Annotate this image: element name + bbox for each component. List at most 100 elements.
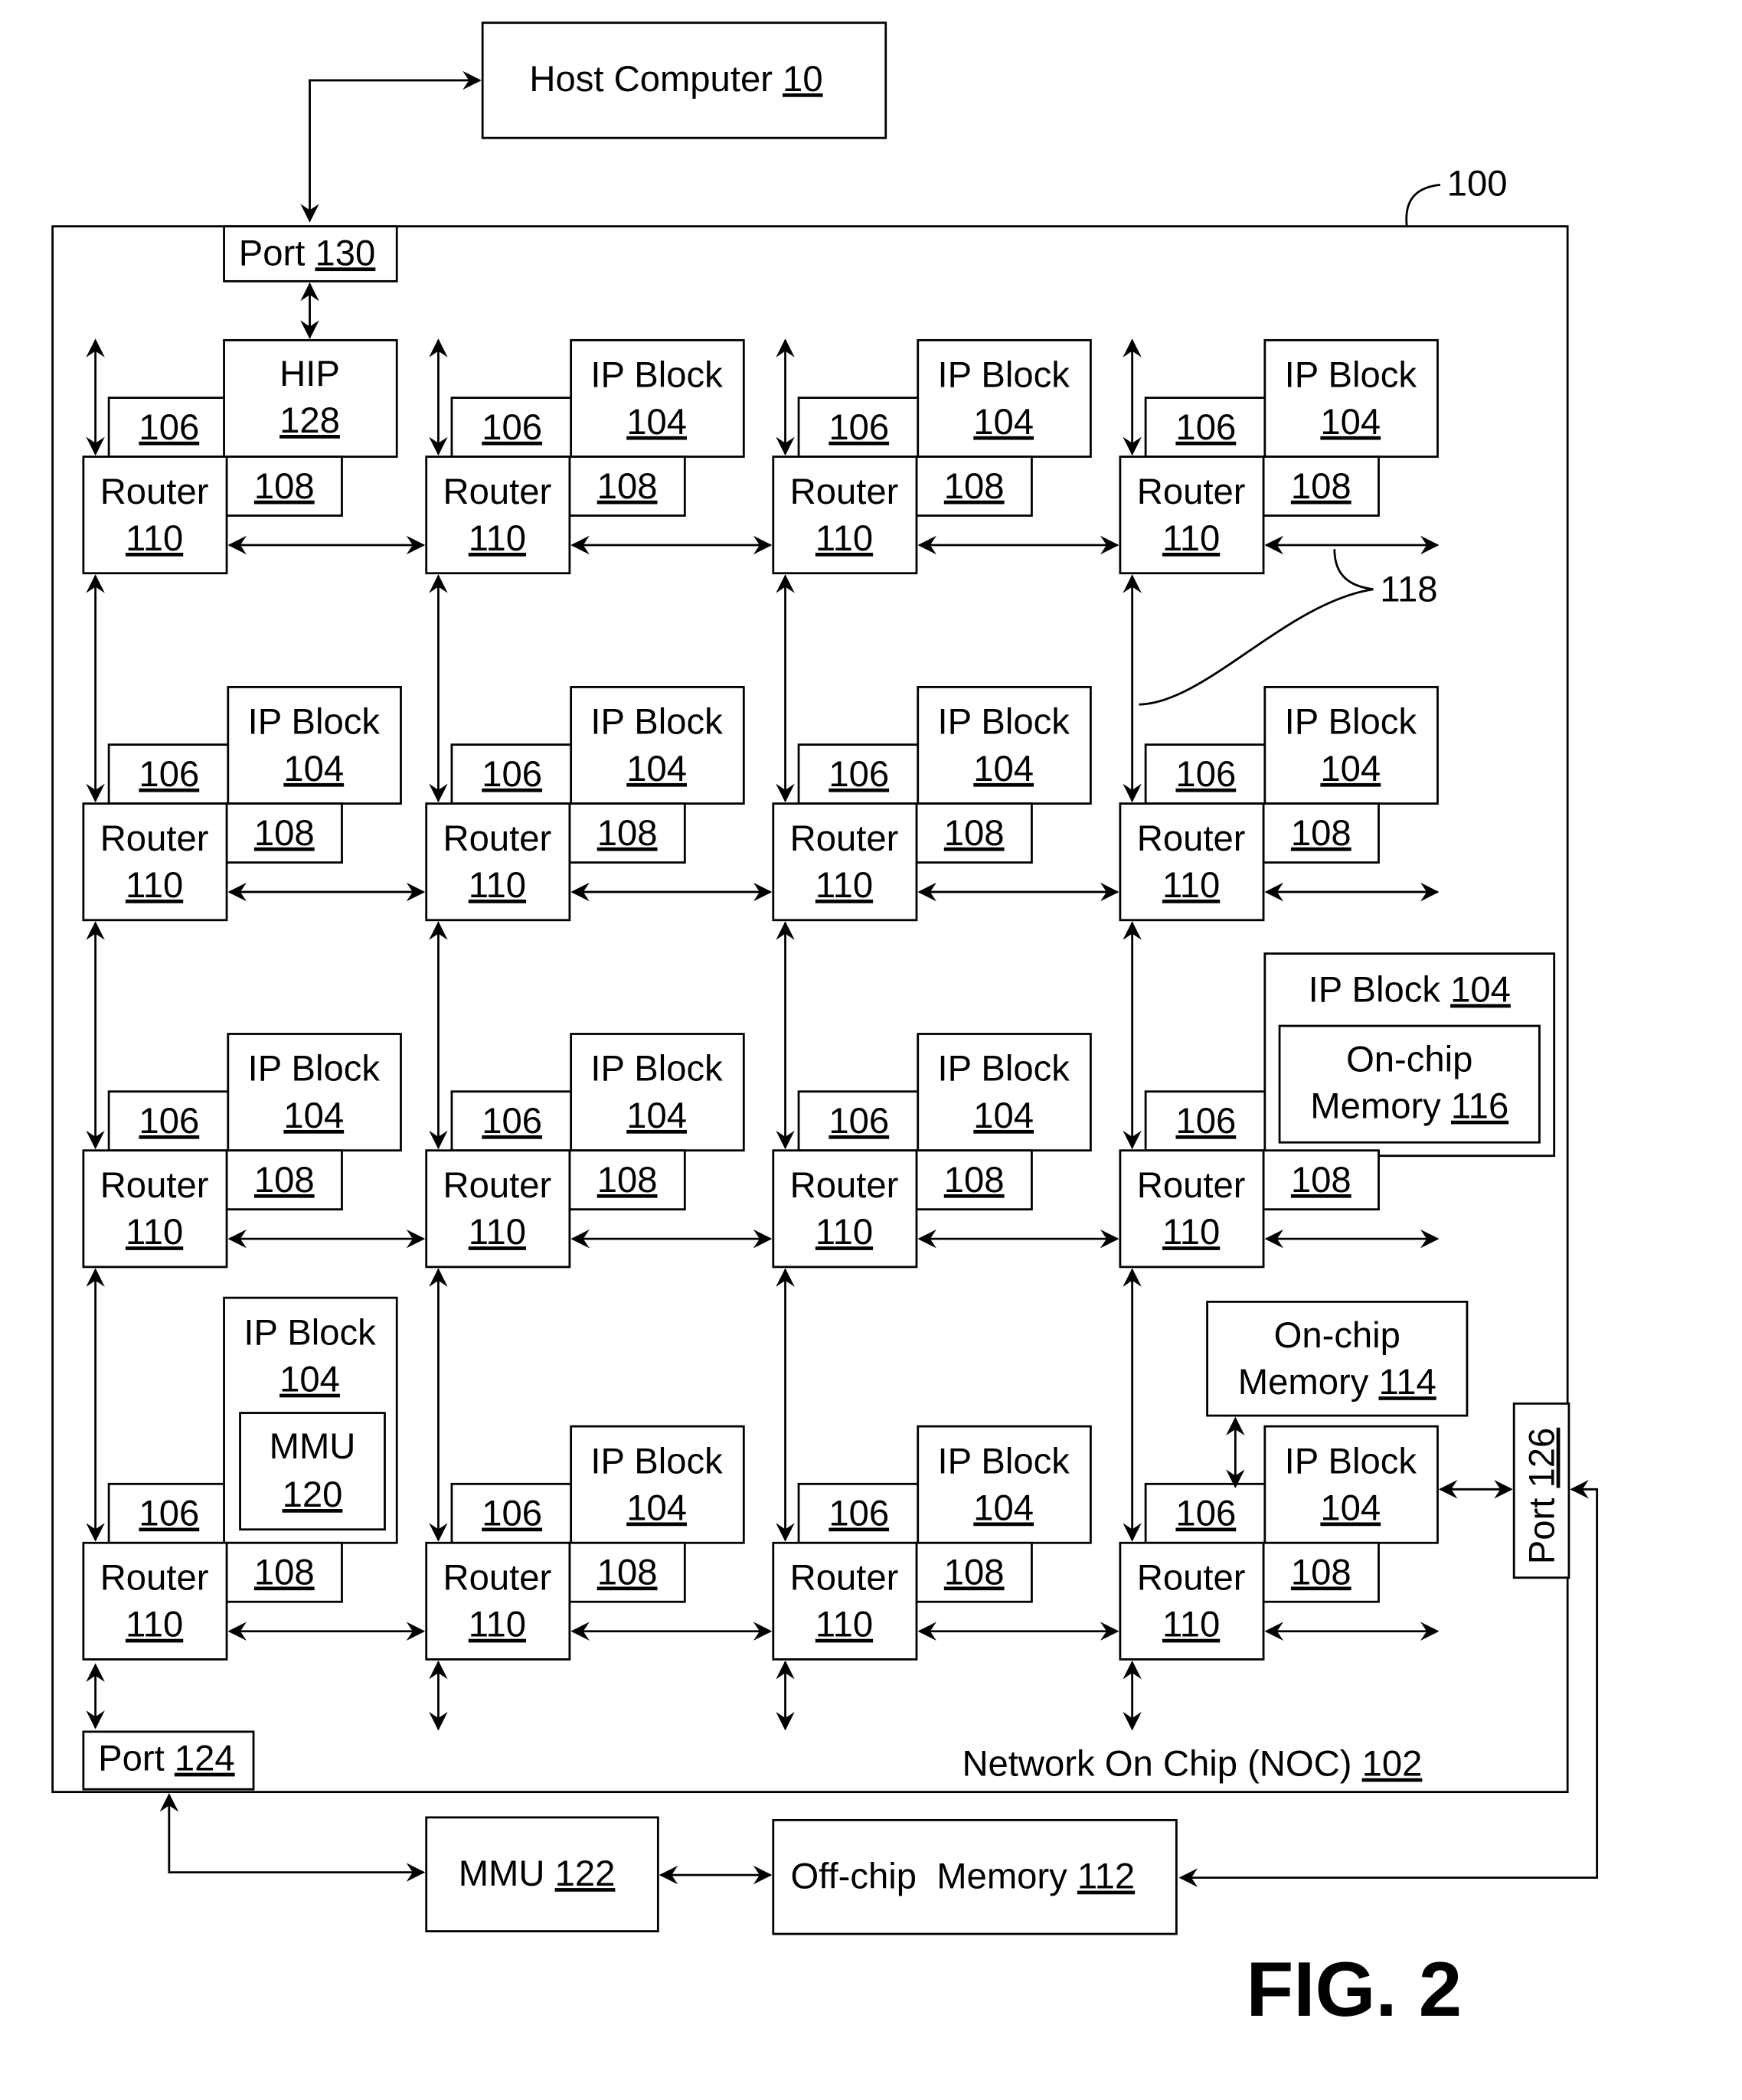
router-110: Router 110 [82,802,228,922]
mc-ref-label: 108 [254,1552,315,1592]
router-ref-label: 110 [815,865,873,906]
memory-controller-108: 108 [225,1541,343,1603]
ip-block-label: IP Block [1285,1441,1417,1481]
ni-ref-label: 106 [829,754,889,795]
router-110: Router 110 [425,456,571,575]
ni-ref-label: 106 [1175,1494,1236,1534]
router-ref-label: 110 [815,518,873,559]
router-ref-label: 110 [469,1605,526,1645]
grid-node: 106 IP Block 104 On-chip Memory 116 108 Route… [1119,921,1556,1269]
mc-ref-label: 108 [944,1552,1005,1592]
router-label: Router [790,1165,899,1206]
router-ref-label: 110 [1162,1605,1220,1645]
ip-ref-label: 104 [973,1488,1034,1529]
mc-ref-label: 108 [1291,813,1351,854]
network-interface-106: 106 [450,743,574,805]
ip-ref-label: 104 [973,402,1034,443]
router-label: Router [100,1165,209,1206]
memory-controller-108: 108 [225,802,343,864]
mc-ref-label: 108 [1291,1160,1351,1200]
network-interface-106: 106 [107,743,230,805]
ip-block-label: IP Block [938,1441,1070,1481]
memory-controller-108: 108 [1262,1541,1380,1603]
memory-controller-108: 108 [225,456,343,517]
ip-block-label: IP Block [590,702,723,743]
ni-ref-label: 106 [139,1101,199,1141]
ip-block-104: IP Block 104 [570,686,745,805]
memory-controller-108: 108 [1262,456,1380,517]
port-130: Port 130 [223,225,398,283]
grid-node: 106 HIP 128 108 Router 110 [82,338,426,575]
ni-ref-label: 106 [482,407,542,448]
mmu120-ref-label: 120 [283,1475,343,1515]
router-ref-label: 110 [815,1605,873,1645]
router-label: Router [443,472,552,512]
ip-ref-label: 104 [283,1096,344,1136]
ip-block-104: IP Block 104 [570,1033,745,1152]
memory-controller-108: 108 [915,1541,1033,1603]
ip-block-104: IP Block 104 [570,338,745,458]
hip-ref-label: 128 [279,400,340,441]
router-label: Router [790,472,899,512]
router-110: Router 110 [772,1149,918,1269]
reference-100-label: 100 [1447,163,1508,204]
memory-controller-108: 108 [568,1149,686,1211]
mc-ref-label: 108 [1291,466,1351,507]
ip-ref-label: 104 [1320,402,1381,443]
router-110: Router 110 [1119,456,1265,575]
router-110: Router 110 [772,802,918,922]
router-label: Router [100,818,209,859]
link-118-label: 118 [1380,569,1437,609]
svg-text:Port 130: Port 130 [239,233,376,273]
network-interface-106: 106 [797,397,920,458]
mc-ref-label: 108 [597,813,658,854]
grid-node: 106 IP Block 104 108 Router 110 [82,574,426,922]
memory-controller-108: 108 [568,802,686,864]
network-interface-106: 106 [450,1482,574,1544]
router-ref-label: 110 [1162,865,1220,906]
router-110: Router 110 [425,1541,571,1661]
ip-block-label: IP Block [938,702,1070,743]
ip-ref-label: 104 [1320,1488,1381,1529]
memory-controller-108: 108 [1262,802,1380,864]
network-interface-106: 106 [1144,397,1267,458]
grid-node: 106 IP Block 104 108 Router 110 [425,574,773,922]
router-label: Router [790,1557,899,1598]
router-ref-label: 110 [1162,1212,1220,1252]
router-label: Router [1137,1165,1246,1206]
port124-mmu122-arrow [159,1793,426,1882]
ip-block-104: IP Block 104 [917,338,1092,458]
mc-ref-label: 108 [254,466,315,507]
network-interface-106: 106 [107,1090,230,1152]
memory-controller-108: 108 [1262,1149,1380,1211]
network-interface-106: 106 [1144,743,1267,805]
grid-node: 106 IP Block 104 108 Router 110 [82,921,426,1269]
ni-ref-label: 106 [1175,754,1236,795]
router-110: Router 110 [425,802,571,922]
router-110: Router 110 [1119,1149,1265,1269]
ip-block-104: IP Block 104 [1263,686,1439,805]
memory-controller-108: 108 [915,456,1033,517]
grid-node: 106 IP Block 104 MMU 120 108 Router 110 [82,1268,426,1661]
router-ref-label: 110 [126,1605,183,1645]
ip-block-label: IP Block [248,1049,381,1089]
ip-ref-label: 104 [283,749,344,789]
grid-node: 106 IP Block 104 108 Router 110 [425,921,773,1269]
ip-block-104: IP Block 104 [1263,1425,1439,1544]
svg-text:Off-chip Memory 112: Off-chip Memory 112 [791,1857,1136,1897]
link-118-brace [1333,549,1374,591]
ni-ref-label: 106 [829,1101,889,1141]
router-ref-label: 110 [126,865,183,906]
ip-block-104-with-mmu: IP Block 104 MMU 120 [223,1296,398,1544]
ni-ref-label: 106 [829,407,889,448]
ni-ref-label: 106 [139,754,199,795]
network-interface-106: 106 [450,1090,574,1152]
memory-controller-108: 108 [225,1149,343,1211]
router-110: Router 110 [425,1149,571,1269]
ip-block-label: IP Block [938,1049,1070,1089]
mc-ref-label: 108 [597,466,658,507]
ni-ref-label: 106 [1175,407,1236,448]
onchip-memory-116: On-chip Memory 116 [1278,1024,1541,1144]
figure-label: FIG. 2 [1246,1945,1462,2033]
grid-node: 106 IP Block 104 108 Router 110 [1119,338,1440,575]
